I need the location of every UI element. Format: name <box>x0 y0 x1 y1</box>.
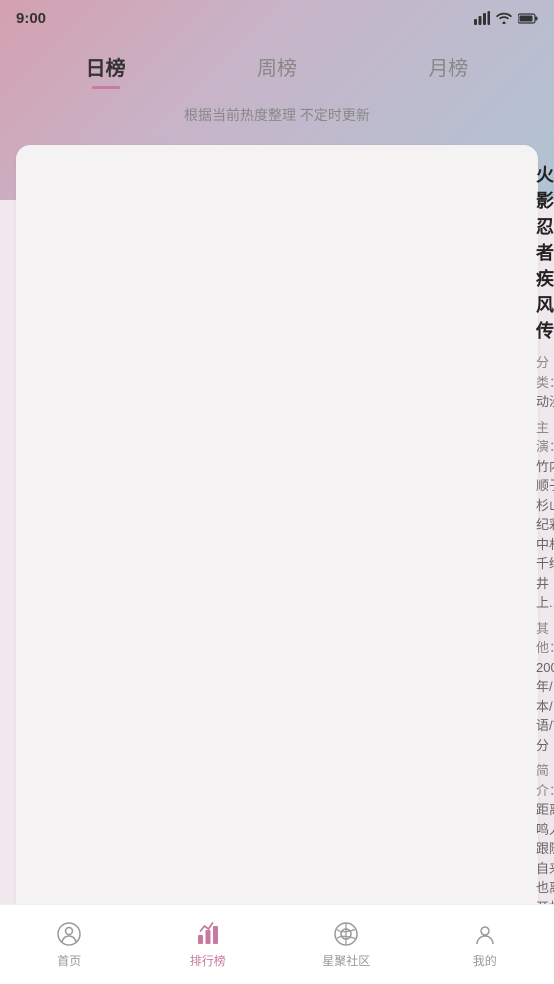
nav-community[interactable]: 星聚社区 <box>277 920 416 969</box>
signal-icon <box>474 11 490 25</box>
tab-weekly[interactable]: 周榜 <box>191 52 362 89</box>
nav-mine[interactable]: 我的 <box>416 920 554 969</box>
status-time: 9:00 <box>16 10 46 27</box>
nav-ranking[interactable]: 排行榜 <box>139 920 278 969</box>
bottom-nav: 首页 排行榜 星聚社区 <box>0 904 554 984</box>
nav-ranking-label: 排行榜 <box>190 952 226 969</box>
card-naruto[interactable]: 火影忍者疾风传 分类：动漫 主演：竹内顺子,杉山纪彩,中村千绘,井上... 其他… <box>16 145 538 904</box>
tab-monthly[interactable]: 月榜 <box>363 52 534 89</box>
nav-home[interactable]: 首页 <box>0 920 139 969</box>
community-icon <box>332 920 360 948</box>
card-intro-naruto: 简介：距离鸣人跟随自来也离开村子外... <box>536 761 554 904</box>
label-other: 其他： <box>536 621 554 656</box>
card-other-naruto: 其他：2007年/日本/日语/7.5分 <box>536 619 554 756</box>
tab-daily[interactable]: 日榜 <box>20 52 191 89</box>
ranking-icon <box>194 920 222 948</box>
nav-home-label: 首页 <box>57 952 81 969</box>
main-content: 日榜 周榜 月榜 根据当前热度整理 不定时更新 火影忍者疾风传 分类：动漫 主演… <box>0 36 554 904</box>
nav-mine-label: 我的 <box>473 952 497 969</box>
wifi-icon <box>496 12 512 24</box>
tabs-container: 日榜 周榜 月榜 <box>0 36 554 89</box>
subtitle-text: 根据当前热度整理 不定时更新 <box>0 105 554 125</box>
label-category: 分类： <box>536 355 554 390</box>
card-info-naruto: 火影忍者疾风传 分类：动漫 主演：竹内顺子,杉山纪彩,中村千绘,井上... 其他… <box>536 161 554 904</box>
card-title-naruto: 火影忍者疾风传 <box>536 161 554 343</box>
nav-community-label: 星聚社区 <box>322 952 370 969</box>
status-bar: 9:00 <box>0 0 554 36</box>
battery-icon <box>518 13 538 24</box>
home-icon <box>55 920 83 948</box>
cards-container: 火影忍者疾风传 分类：动漫 主演：竹内顺子,杉山纪彩,中村千绘,井上... 其他… <box>0 145 554 904</box>
label-cast: 主演： <box>536 420 554 455</box>
card-cast-naruto: 主演：竹内顺子,杉山纪彩,中村千绘,井上... <box>536 418 554 613</box>
status-icons <box>474 11 538 25</box>
card-category-naruto: 分类：动漫 <box>536 353 554 412</box>
mine-icon <box>471 920 499 948</box>
label-intro: 简介： <box>536 763 554 798</box>
